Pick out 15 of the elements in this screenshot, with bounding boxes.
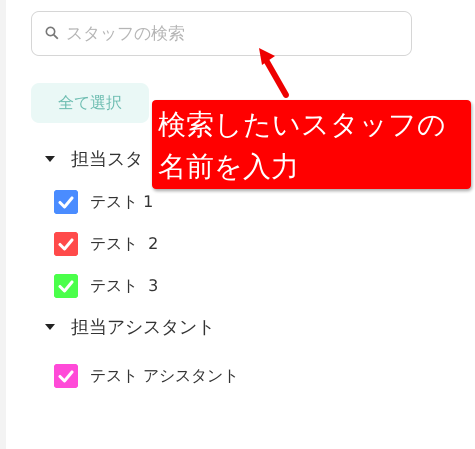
group-title: 担当アシスタント	[71, 316, 215, 339]
staff-name: テスト 2	[90, 234, 158, 254]
callout-note: 検索したいスタッフの名前を入力	[152, 100, 471, 189]
staff-name: テスト 1	[90, 192, 154, 212]
checkbox[interactable]	[54, 232, 78, 256]
group-title: 担当スタ	[71, 148, 143, 171]
search-field[interactable]: スタッフの検索	[31, 11, 412, 56]
arrow-icon	[257, 46, 291, 100]
staff-name: テスト アシスタント	[90, 366, 240, 386]
checkbox[interactable]	[54, 364, 78, 388]
caret-icon[interactable]	[45, 156, 55, 162]
staff-name: テスト 3	[90, 276, 158, 296]
caret-icon[interactable]	[45, 324, 55, 330]
checkbox[interactable]	[54, 190, 78, 214]
select-all-button[interactable]: 全て選択	[31, 83, 149, 123]
